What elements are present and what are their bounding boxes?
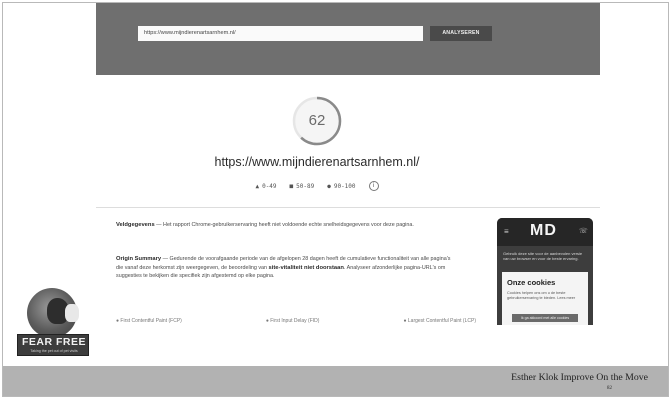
mobile-navbar: ≡ MD ☏ (497, 218, 593, 246)
footer-author: Esther Klok Improve On the Move (511, 372, 648, 383)
site-logo: MD (530, 222, 557, 239)
cookie-text: Cookies helpen ons om u de beste gebruik… (507, 291, 576, 300)
field-data-text: — Het rapport Chrome-gebruikerservaring … (154, 222, 414, 228)
url-input[interactable] (138, 26, 423, 41)
phone-icon: ☏ (579, 228, 588, 235)
field-data-heading: Veldgegevens (116, 222, 155, 228)
triangle-icon: ▲ (255, 182, 260, 190)
cat-silhouette-icon (65, 304, 79, 322)
logo-wordmark-box: FEAR FREE Taking the pet out of pet visi… (17, 334, 89, 356)
legend-item-average: ■ 50-89 (290, 183, 315, 190)
analyse-button[interactable]: ANALYSEREN (430, 26, 492, 41)
pagespeed-screenshot: ANALYSEREN 62 https://www.mijndierenarts… (96, 3, 600, 325)
legend-label: 90-100 (333, 182, 356, 190)
score-legend: ▲ 0-49 ■ 50-89 ● 90-100 i (96, 181, 538, 191)
field-data-paragraph: Veldgegevens — Het rapport Chrome-gebrui… (116, 221, 451, 230)
slide-footer: Esther Klok Improve On the Move 82 (3, 366, 668, 396)
analysed-url: https://www.mijndierenartsarnhem.nl/ (214, 155, 420, 169)
cookie-banner: Onze cookies Cookies helpen ons om u de … (502, 272, 588, 325)
cookie-accept-button: Ik ga akkoord met alle cookies (512, 314, 578, 322)
hamburger-menu-icon: ≡ (504, 227, 509, 236)
metric-lcp: ● Largest Contentful Paint (LCP) (403, 318, 476, 324)
mobile-preview: ≡ MD ☏ Gebruik deze site voor de aanbevo… (497, 218, 593, 325)
pagespeed-header: ANALYSEREN (96, 3, 600, 75)
legend-item-pass: ● 90-100 (327, 183, 355, 190)
square-icon: ■ (289, 182, 294, 190)
legend-label: 0-49 (262, 182, 277, 190)
fear-free-logo: FEAR FREE Taking the pet out of pet visi… (15, 288, 90, 356)
metric-fcp: ● First Contentful Paint (FCP) (116, 318, 182, 324)
logo-tagline: Taking the pet out of pet visits (30, 349, 78, 353)
logo-emblem (27, 288, 79, 338)
metric-fid: ● First Input Delay (FID) (265, 318, 320, 324)
metrics-row: ● First Contentful Paint (FCP) ● First I… (116, 318, 476, 325)
cookie-title: Onze cookies (507, 278, 556, 287)
page-number: 82 (607, 386, 612, 391)
logo-brand: FEAR FREE (21, 336, 86, 348)
circle-icon: ● (327, 182, 331, 190)
info-icon[interactable]: i (368, 181, 379, 191)
performance-score: 62 (308, 112, 326, 129)
origin-summary-paragraph: Origin Summary — Gedurende de voorafgaan… (116, 255, 451, 281)
section-divider (96, 207, 600, 208)
legend-label: 50-89 (296, 182, 315, 190)
origin-summary-heading: Origin Summary (116, 256, 162, 262)
origin-summary-verdict: site-vitaliteit niet doorstaan (268, 264, 344, 271)
browser-notice: Gebruik deze site voor de aanbevolen ver… (503, 251, 583, 261)
legend-item-fail: ▲ 0-49 (255, 183, 276, 190)
